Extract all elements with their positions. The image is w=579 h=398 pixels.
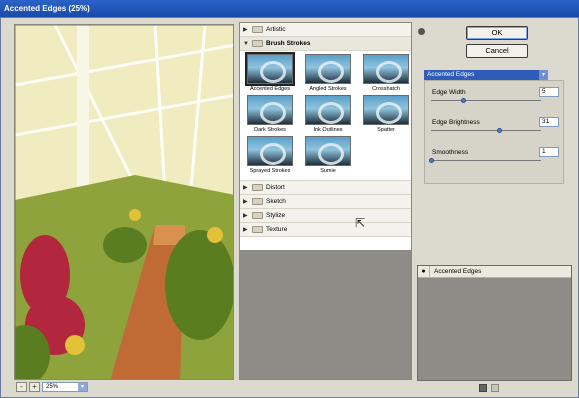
filter-thumbnail-image	[305, 54, 351, 84]
settings-panel: OK Cancel Accented Edges ▾ Edge Width 5 …	[417, 22, 573, 392]
param-label: Edge Brightness	[432, 119, 480, 126]
collapse-gallery-icon[interactable]	[418, 28, 425, 35]
layer-buttons	[479, 384, 499, 392]
param-edge-brightness: Edge Brightness 31	[429, 117, 559, 135]
filter-thumb-label: Crosshatch	[372, 86, 400, 92]
zoom-level-value: 25%	[46, 384, 59, 390]
effect-layers-panel: ● Accented Edges	[417, 265, 572, 381]
param-label: Edge Width	[432, 89, 466, 96]
zoom-controls: - + 25% ▾	[16, 381, 232, 393]
category-artistic[interactable]: ▶ Artistic	[240, 23, 411, 37]
edge-width-slider[interactable]	[460, 98, 466, 103]
edge-brightness-input[interactable]: 31	[539, 117, 559, 127]
filter-thumbnails: Accented Edges Angled Strokes Crosshatch…	[240, 51, 411, 181]
filter-thumb-crosshatch[interactable]: Crosshatch	[360, 54, 411, 94]
image-preview[interactable]	[14, 24, 234, 380]
filter-thumb-label: Sumie	[320, 168, 336, 174]
filter-thumb-angled-strokes[interactable]: Angled Strokes	[302, 54, 354, 94]
category-label: Stylize	[266, 212, 286, 219]
filter-thumb-spatter[interactable]: Spatter	[360, 95, 411, 135]
filter-thumb-sprayed-strokes[interactable]: Sprayed Strokes	[244, 136, 296, 176]
trash-icon[interactable]	[491, 384, 499, 392]
filter-thumbnail-image	[363, 95, 409, 125]
filter-thumb-accented-edges[interactable]: Accented Edges	[244, 52, 296, 94]
filter-thumb-label: Ink Outlines	[313, 127, 343, 133]
category-label: Sketch	[266, 198, 286, 205]
filter-thumb-label: Accented Edges	[249, 86, 291, 92]
slider-track	[431, 160, 541, 161]
zoom-out-button[interactable]: -	[16, 382, 27, 392]
edge-width-input[interactable]: 5	[539, 87, 559, 97]
filter-thumb-label: Dark Strokes	[254, 127, 286, 133]
param-label: Smoothness	[432, 149, 469, 156]
slider-track	[431, 130, 541, 131]
filter-thumb-label: Angled Strokes	[309, 86, 347, 92]
filter-thumb-label: Sprayed Strokes	[249, 168, 291, 174]
category-label: Artistic	[266, 26, 286, 33]
filter-thumb-dark-strokes[interactable]: Dark Strokes	[244, 95, 296, 135]
filter-thumbnail-image	[247, 95, 293, 125]
category-label: Texture	[266, 226, 288, 233]
category-stylize[interactable]: ▶ Stylize	[240, 209, 411, 223]
visibility-eye-icon[interactable]: ●	[418, 265, 430, 278]
expand-triangle-icon: ▶	[243, 213, 248, 219]
ok-button[interactable]: OK	[466, 26, 528, 40]
window-title: Accented Edges (25%)	[0, 0, 579, 17]
chevron-down-icon: ▾	[539, 70, 548, 80]
filter-select-value: Accented Edges	[427, 71, 475, 78]
slider-track	[431, 100, 541, 101]
new-effect-layer-icon[interactable]	[479, 384, 487, 392]
filter-thumbnail-image	[305, 136, 351, 166]
folder-icon	[252, 40, 263, 47]
mouse-cursor-icon: ⇱	[355, 216, 366, 230]
filter-thumbnail-image	[247, 136, 293, 166]
effect-layer-row[interactable]: ● Accented Edges	[418, 265, 571, 278]
expand-triangle-icon: ▶	[243, 199, 248, 205]
param-edge-width: Edge Width 5	[429, 87, 559, 105]
filter-thumb-label: Spatter	[377, 127, 395, 133]
edge-brightness-slider[interactable]	[497, 128, 503, 133]
filter-parameters: Edge Width 5 Edge Brightness 31 Smoothne…	[424, 80, 564, 184]
folder-icon	[252, 184, 263, 191]
filter-select[interactable]: Accented Edges ▾	[424, 70, 548, 80]
smoothness-slider[interactable]	[429, 158, 434, 163]
collapse-triangle-icon: ▼	[243, 40, 249, 47]
category-label: Brush Strokes	[266, 40, 311, 47]
folder-icon	[252, 226, 263, 233]
folder-icon	[252, 212, 263, 219]
gallery-empty-area	[240, 250, 411, 379]
category-label: Distort	[266, 184, 285, 191]
chevron-down-icon: ▾	[78, 383, 87, 391]
filter-thumbnail-image	[245, 52, 295, 86]
param-smoothness: Smoothness 1	[429, 147, 559, 165]
filter-thumbnail-image	[305, 95, 351, 125]
category-brush-strokes[interactable]: ▼ Brush Strokes	[240, 37, 411, 51]
filter-thumb-sumie[interactable]: Sumie	[302, 136, 354, 176]
category-sketch[interactable]: ▶ Sketch	[240, 195, 411, 209]
filter-thumbnail-image	[363, 54, 409, 84]
greenhouse-preview-image	[15, 25, 233, 379]
expand-triangle-icon: ▶	[243, 227, 248, 233]
cancel-button[interactable]: Cancel	[466, 44, 528, 58]
zoom-in-button[interactable]: +	[29, 382, 40, 392]
zoom-level-select[interactable]: 25% ▾	[42, 382, 88, 392]
filter-thumb-ink-outlines[interactable]: Ink Outlines	[302, 95, 354, 135]
expand-triangle-icon: ▶	[243, 185, 248, 191]
folder-icon	[252, 26, 263, 33]
expand-triangle-icon: ▶	[243, 27, 248, 33]
smoothness-input[interactable]: 1	[539, 147, 559, 157]
category-texture[interactable]: ▶ Texture	[240, 223, 411, 237]
filter-gallery: ▶ Artistic ▼ Brush Strokes Accented Edge…	[239, 22, 412, 380]
category-distort[interactable]: ▶ Distort	[240, 181, 411, 195]
effect-layer-name: Accented Edges	[434, 268, 482, 275]
folder-icon	[252, 198, 263, 205]
